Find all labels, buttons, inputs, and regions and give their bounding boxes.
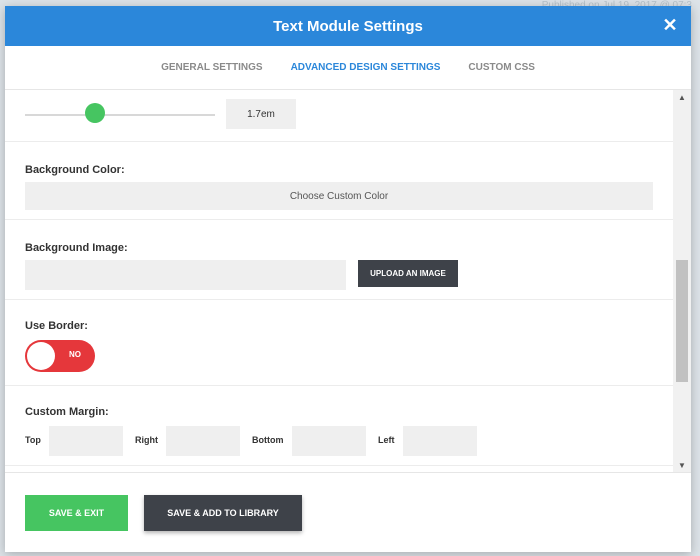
close-icon[interactable]: ✕ [661, 16, 679, 34]
margin-right-label: Right [135, 435, 158, 445]
font-size-slider-section: 1.7em [5, 90, 673, 142]
margin-bottom-label: Bottom [252, 435, 284, 445]
scroll-down-arrow-icon[interactable]: ▼ [673, 458, 691, 472]
background-image-section: Background Image: Upload an Image [5, 220, 673, 300]
choose-color-button[interactable]: Choose Custom Color [25, 182, 653, 210]
settings-content: 1.7em Background Color: Choose Custom Co… [5, 90, 691, 472]
margin-top-label: Top [25, 435, 41, 445]
save-add-library-button[interactable]: Save & Add To Library [144, 495, 302, 531]
margin-bottom-input[interactable] [292, 426, 366, 456]
use-border-label: Use Border: [25, 320, 88, 332]
toggle-state-text: NO [69, 350, 81, 359]
toggle-knob [27, 342, 55, 370]
tab-general-settings[interactable]: General Settings [161, 62, 263, 73]
scroll-up-arrow-icon[interactable]: ▲ [673, 90, 691, 104]
modal-footer: Save & Exit Save & Add To Library [5, 472, 691, 552]
settings-modal: Text Module Settings ✕ General Settings … [5, 6, 691, 552]
vertical-scrollbar[interactable]: ▲ ▼ [673, 90, 691, 472]
use-border-toggle[interactable]: NO [25, 340, 95, 372]
margin-right-input[interactable] [166, 426, 240, 456]
tab-advanced-design-settings[interactable]: Advanced Design Settings [291, 62, 441, 73]
margin-left-input[interactable] [403, 426, 477, 456]
background-color-section: Background Color: Choose Custom Color [5, 142, 673, 220]
custom-margin-label: Custom Margin: [25, 406, 109, 418]
slider-handle[interactable] [85, 103, 105, 123]
modal-title: Text Module Settings [273, 17, 423, 35]
upload-image-button[interactable]: Upload an Image [358, 260, 458, 287]
margin-left-label: Left [378, 435, 395, 445]
margin-fields-row: Top Right Bottom Left [25, 426, 665, 456]
use-border-section: Use Border: NO [5, 300, 673, 386]
background-image-input[interactable] [25, 260, 346, 290]
background-color-label: Background Color: [25, 164, 125, 176]
background-image-label: Background Image: [25, 242, 128, 254]
slider-value-field[interactable]: 1.7em [226, 99, 296, 129]
save-exit-button[interactable]: Save & Exit [25, 495, 128, 531]
scrollbar-thumb[interactable] [676, 260, 688, 382]
slider-track[interactable] [25, 114, 215, 116]
tab-bar: General Settings Advanced Design Setting… [5, 46, 691, 90]
custom-margin-section: Custom Margin: Top Right Bottom Left [5, 386, 673, 466]
scroll-area: 1.7em Background Color: Choose Custom Co… [5, 90, 673, 472]
modal-header: Text Module Settings ✕ [5, 6, 691, 46]
tab-custom-css[interactable]: Custom CSS [468, 62, 535, 73]
margin-top-input[interactable] [49, 426, 123, 456]
